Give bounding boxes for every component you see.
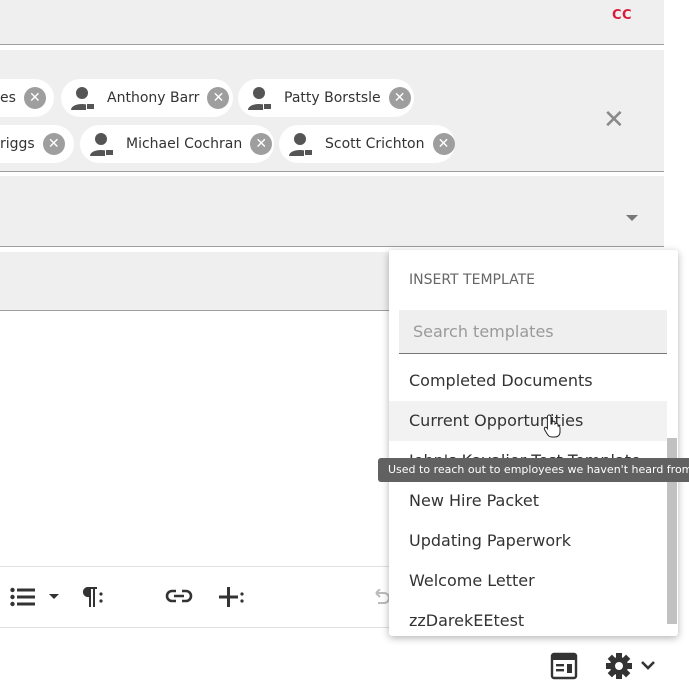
template-search-input[interactable] [399,310,667,354]
recipient-chip[interactable]: riggs ✕ [0,125,74,163]
person-icon [71,87,95,110]
gear-icon [606,653,632,679]
insert-template-panel: INSERT TEMPLATE Completed Documents Curr… [389,250,678,636]
template-item[interactable]: zzDarekEEtest [389,601,667,636]
remove-recipient-icon[interactable]: ✕ [23,87,46,109]
template-tooltip: Used to reach out to employees we haven'… [378,458,689,482]
recipient-chip[interactable]: Scott Crichton ✕ [279,125,455,163]
cc-row [0,0,664,45]
insert-field-icon[interactable] [218,585,246,609]
template-item[interactable]: Current Opportunities [389,401,667,441]
recipient-name: Scott Crichton [325,136,425,152]
recipients-field[interactable]: es ✕ Anthony Barr ✕ Patty Borstsle ✕ rig… [0,50,664,172]
settings-menu-button[interactable] [604,650,660,682]
template-item[interactable]: Updating Paperwork [389,521,667,561]
remove-recipient-icon[interactable]: ✕ [42,133,65,155]
person-icon [289,133,313,156]
remove-recipient-icon[interactable]: ✕ [250,133,273,155]
close-icon[interactable]: ✕ [603,107,625,133]
undo-icon[interactable] [370,589,390,605]
remove-recipient-icon[interactable]: ✕ [432,133,455,155]
recipient-chip[interactable]: Michael Cochran ✕ [80,125,274,163]
template-item[interactable]: New Hire Packet [389,481,667,521]
recipient-name: Anthony Barr [107,90,200,106]
person-icon [90,133,114,156]
chevron-down-icon[interactable] [48,593,60,601]
template-item[interactable]: Welcome Letter [389,561,667,601]
cc-link[interactable]: CC [612,8,632,23]
template-item[interactable]: Completed Documents [389,361,667,401]
person-icon [248,87,272,110]
recipient-name: riggs [0,136,35,152]
recipient-name: Michael Cochran [126,136,243,152]
recipient-chip[interactable]: es ✕ [0,79,54,117]
template-icon[interactable] [550,652,578,680]
paragraph-icon[interactable] [78,585,104,609]
link-icon[interactable] [165,585,193,607]
recipient-name: es [0,90,16,106]
dropdown-caret-icon[interactable] [626,215,638,221]
recipient-chip[interactable]: Anthony Barr ✕ [61,79,233,117]
sender-select[interactable] [0,176,664,247]
bulleted-list-icon[interactable] [10,587,36,607]
panel-title: INSERT TEMPLATE [409,272,535,288]
recipient-chip[interactable]: Patty Borstsle ✕ [238,79,414,117]
remove-recipient-icon[interactable]: ✕ [388,87,411,109]
recipient-name: Patty Borstsle [284,90,381,106]
hand-cursor-icon [543,414,561,438]
remove-recipient-icon[interactable]: ✕ [207,87,230,109]
